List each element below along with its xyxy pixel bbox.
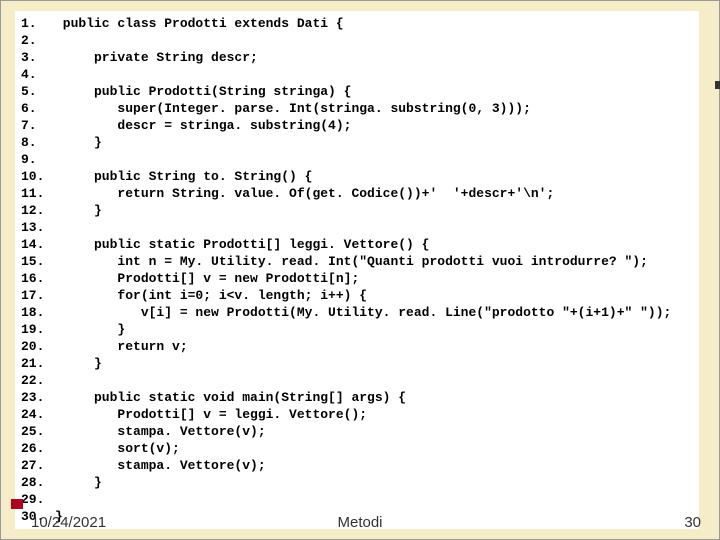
code-line: 8. } bbox=[21, 134, 693, 151]
line-number: 22. bbox=[21, 372, 55, 389]
line-text: return v; bbox=[55, 339, 188, 354]
line-text: private String descr; bbox=[55, 50, 258, 65]
line-text: } bbox=[55, 322, 125, 337]
line-number: 7. bbox=[21, 117, 55, 134]
code-line: 16. Prodotti[] v = new Prodotti[n]; bbox=[21, 270, 693, 287]
code-line: 27. stampa. Vettore(v); bbox=[21, 457, 693, 474]
line-text: sort(v); bbox=[55, 441, 180, 456]
code-line: 6. super(Integer. parse. Int(stringa. su… bbox=[21, 100, 693, 117]
line-text: return String. value. Of(get. Codice())+… bbox=[55, 186, 554, 201]
line-text: Prodotti[] v = leggi. Vettore(); bbox=[55, 407, 367, 422]
line-number: 25. bbox=[21, 423, 55, 440]
line-text: Prodotti[] v = new Prodotti[n]; bbox=[55, 271, 359, 286]
line-number: 10. bbox=[21, 168, 55, 185]
line-number: 20. bbox=[21, 338, 55, 355]
code-line: 11. return String. value. Of(get. Codice… bbox=[21, 185, 693, 202]
line-text: v[i] = new Prodotti(My. Utility. read. L… bbox=[55, 305, 671, 320]
code-line: 12. } bbox=[21, 202, 693, 219]
line-number: 28. bbox=[21, 474, 55, 491]
line-number: 29. bbox=[21, 491, 55, 508]
code-line: 19. } bbox=[21, 321, 693, 338]
code-line: 22. bbox=[21, 372, 693, 389]
line-number: 14. bbox=[21, 236, 55, 253]
line-number: 1. bbox=[21, 15, 55, 32]
line-text: descr = stringa. substring(4); bbox=[55, 118, 351, 133]
code-line: 29. bbox=[21, 491, 693, 508]
line-text: int n = My. Utility. read. Int("Quanti p… bbox=[55, 254, 648, 269]
code-line: 18. v[i] = new Prodotti(My. Utility. rea… bbox=[21, 304, 693, 321]
code-line: 25. stampa. Vettore(v); bbox=[21, 423, 693, 440]
code-line: 14. public static Prodotti[] leggi. Vett… bbox=[21, 236, 693, 253]
line-number: 6. bbox=[21, 100, 55, 117]
line-number: 18. bbox=[21, 304, 55, 321]
code-line: 21. } bbox=[21, 355, 693, 372]
code-box: 1. public class Prodotti extends Dati {2… bbox=[15, 11, 699, 529]
line-number: 26. bbox=[21, 440, 55, 457]
line-number: 11. bbox=[21, 185, 55, 202]
code-line: 20. return v; bbox=[21, 338, 693, 355]
line-text: public Prodotti(String stringa) { bbox=[55, 84, 351, 99]
footer-page: 30 bbox=[684, 514, 701, 531]
line-number: 2. bbox=[21, 32, 55, 49]
code-line: 7. descr = stringa. substring(4); bbox=[21, 117, 693, 134]
code-line: 23. public static void main(String[] arg… bbox=[21, 389, 693, 406]
code-line: 3. private String descr; bbox=[21, 49, 693, 66]
slide: 1. public class Prodotti extends Dati {2… bbox=[0, 0, 720, 540]
line-number: 17. bbox=[21, 287, 55, 304]
code-line: 1. public class Prodotti extends Dati { bbox=[21, 15, 693, 32]
line-number: 13. bbox=[21, 219, 55, 236]
footer-title: Metodi bbox=[15, 514, 705, 531]
line-text: public class Prodotti extends Dati { bbox=[55, 16, 344, 31]
line-number: 8. bbox=[21, 134, 55, 151]
accent-bar bbox=[11, 499, 23, 509]
code-line: 15. int n = My. Utility. read. Int("Quan… bbox=[21, 253, 693, 270]
line-text: } bbox=[55, 203, 102, 218]
line-text: public static void main(String[] args) { bbox=[55, 390, 406, 405]
line-number: 24. bbox=[21, 406, 55, 423]
line-text: stampa. Vettore(v); bbox=[55, 424, 266, 439]
code-line: 26. sort(v); bbox=[21, 440, 693, 457]
line-text: } bbox=[55, 135, 102, 150]
code-line: 28. } bbox=[21, 474, 693, 491]
line-number: 23. bbox=[21, 389, 55, 406]
code-line: 4. bbox=[21, 66, 693, 83]
line-text: public static Prodotti[] leggi. Vettore(… bbox=[55, 237, 429, 252]
line-number: 3. bbox=[21, 49, 55, 66]
code-line: 13. bbox=[21, 219, 693, 236]
code-line: 2. bbox=[21, 32, 693, 49]
line-text: } bbox=[55, 356, 102, 371]
line-text: } bbox=[55, 475, 102, 490]
line-number: 4. bbox=[21, 66, 55, 83]
line-text: for(int i=0; i<v. length; i++) { bbox=[55, 288, 367, 303]
line-text: public String to. String() { bbox=[55, 169, 312, 184]
line-number: 21. bbox=[21, 355, 55, 372]
line-number: 16. bbox=[21, 270, 55, 287]
code-line: 17. for(int i=0; i<v. length; i++) { bbox=[21, 287, 693, 304]
code-line: 10. public String to. String() { bbox=[21, 168, 693, 185]
line-number: 15. bbox=[21, 253, 55, 270]
code-line: 24. Prodotti[] v = leggi. Vettore(); bbox=[21, 406, 693, 423]
line-number: 12. bbox=[21, 202, 55, 219]
line-number: 9. bbox=[21, 151, 55, 168]
line-number: 5. bbox=[21, 83, 55, 100]
line-text: super(Integer. parse. Int(stringa. subst… bbox=[55, 101, 531, 116]
line-number: 19. bbox=[21, 321, 55, 338]
code-line: 9. bbox=[21, 151, 693, 168]
line-text: stampa. Vettore(v); bbox=[55, 458, 266, 473]
line-number: 27. bbox=[21, 457, 55, 474]
code-line: 5. public Prodotti(String stringa) { bbox=[21, 83, 693, 100]
side-mark bbox=[715, 81, 720, 89]
